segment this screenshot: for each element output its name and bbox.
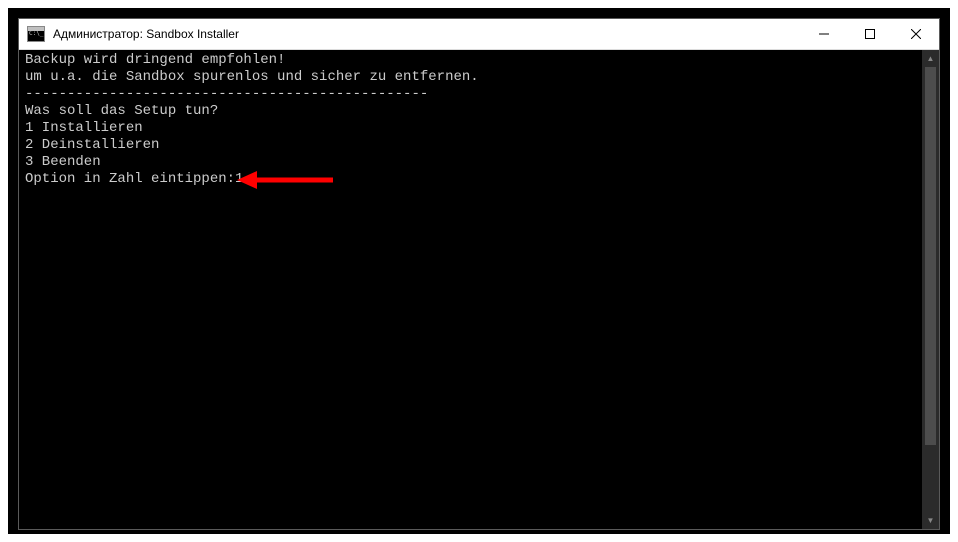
window-controls [801, 19, 939, 49]
cmd-window: Администратор: Sandbox Installer Backup … [18, 18, 940, 530]
console-line: Backup wird dringend empfohlen! [25, 52, 285, 68]
titlebar[interactable]: Администратор: Sandbox Installer [19, 19, 939, 50]
minimize-button[interactable] [801, 19, 847, 49]
console-line: um u.a. die Sandbox spurenlos und sicher… [25, 69, 479, 85]
console-divider: ----------------------------------------… [25, 86, 428, 102]
scroll-up-arrow-icon[interactable]: ▲ [922, 50, 939, 67]
scroll-down-arrow-icon[interactable]: ▼ [922, 512, 939, 529]
scroll-track[interactable] [922, 67, 939, 512]
close-icon [911, 29, 921, 39]
console-prompt-question: Was soll das Setup tun? [25, 103, 218, 119]
console-option-2: 2 Deinstallieren [25, 137, 159, 153]
outer-frame: Администратор: Sandbox Installer Backup … [8, 8, 950, 534]
console-option-3: 3 Beenden [25, 154, 101, 170]
close-button[interactable] [893, 19, 939, 49]
console-output: Backup wird dringend empfohlen! um u.a. … [25, 52, 921, 188]
console-area[interactable]: Backup wird dringend empfohlen! um u.a. … [19, 50, 939, 529]
maximize-icon [865, 29, 875, 39]
cmd-app-icon [27, 26, 45, 42]
window-title: Администратор: Sandbox Installer [53, 27, 801, 41]
maximize-button[interactable] [847, 19, 893, 49]
console-option-1: 1 Installieren [25, 120, 143, 136]
vertical-scrollbar[interactable]: ▲ ▼ [922, 50, 939, 529]
console-input-value[interactable]: 1 [235, 171, 243, 187]
minimize-icon [819, 29, 829, 39]
console-input-label: Option in Zahl eintippen: [25, 171, 235, 187]
scroll-thumb[interactable] [925, 67, 936, 445]
